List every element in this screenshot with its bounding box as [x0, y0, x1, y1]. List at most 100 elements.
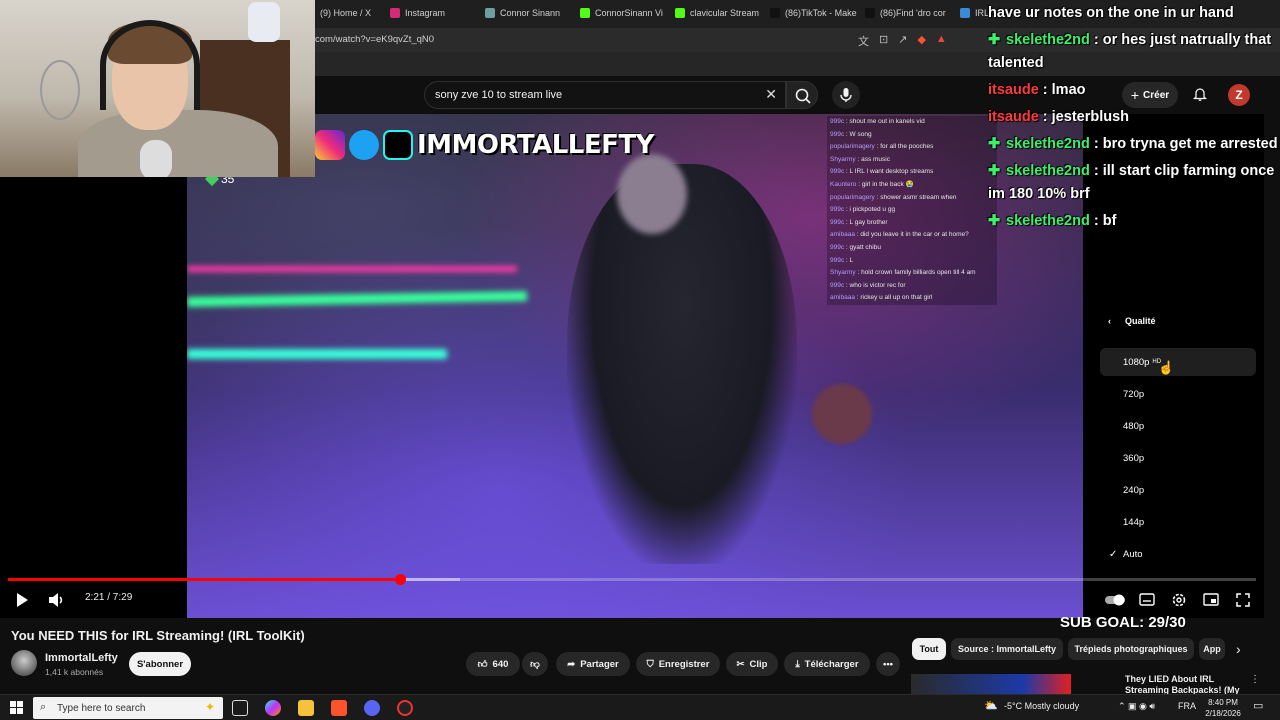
recommendation-menu-icon[interactable]: ⋮: [1250, 674, 1260, 685]
url-text[interactable]: com/watch?v=eK9qvZt_qN0: [315, 34, 434, 45]
filter-chip[interactable]: Tout: [912, 638, 946, 660]
overlay-chat-user: 999c: [830, 218, 845, 226]
fullscreen-icon[interactable]: [1235, 590, 1251, 610]
brave-rewards-icon[interactable]: ▲: [936, 33, 947, 49]
miniplayer-icon[interactable]: [1203, 590, 1219, 610]
file-explorer-icon[interactable]: [298, 700, 314, 716]
chevron-right-icon[interactable]: ›: [1236, 641, 1241, 657]
chat-username: itsaude: [988, 82, 1039, 98]
chat-badge-icon: ✚: [988, 136, 1001, 152]
browser-tab[interactable]: (86)TikTok - Make: [770, 4, 858, 22]
progress-bar[interactable]: [8, 574, 1256, 585]
overlay-chat-user: 999c: [830, 281, 845, 289]
share-button[interactable]: ➦ Partager: [556, 652, 630, 676]
play-icon[interactable]: [14, 590, 30, 610]
volume-icon[interactable]: [47, 590, 65, 610]
more-dots-icon: •••: [883, 658, 893, 670]
weather-text[interactable]: -5°C Mostly cloudy: [1004, 701, 1079, 711]
voice-search-button[interactable]: [832, 81, 860, 109]
brave-browser-icon[interactable]: [331, 700, 347, 716]
autoplay-toggle[interactable]: [1104, 590, 1126, 610]
chevron-left-icon: ‹: [1108, 316, 1111, 326]
quality-option-label: 144p: [1123, 516, 1145, 528]
overlay-chat-text: L: [849, 256, 854, 264]
browser-tab[interactable]: Instagram: [390, 4, 478, 22]
search-button[interactable]: [786, 81, 818, 109]
subtitles-icon[interactable]: [1139, 590, 1155, 610]
windows-start-icon[interactable]: [10, 701, 23, 714]
channel-avatar[interactable]: [11, 650, 37, 676]
browser-tab[interactable]: clavicular Stream: [675, 4, 763, 22]
quality-option-label: 360p: [1123, 452, 1145, 464]
overlay-chat-text: gyatt chibu: [849, 243, 881, 251]
scrubber-handle[interactable]: [394, 574, 406, 585]
dislike-button[interactable]: 👎︎: [522, 652, 548, 676]
quality-menu-title: Qualité: [1125, 316, 1156, 326]
twitter-icon: [349, 130, 379, 160]
overlay-chat-user: Kauntero: [830, 180, 857, 188]
browser-tab[interactable]: IRLTo: [960, 4, 988, 22]
obs-icon[interactable]: [397, 700, 413, 716]
quality-option-label: 1080p: [1123, 356, 1150, 368]
browser-tab[interactable]: (9) Home / X: [305, 4, 393, 22]
clock[interactable]: 8:40 PM 2/18/2026: [1200, 697, 1246, 719]
filter-chip[interactable]: App: [1199, 638, 1225, 660]
subscribe-button[interactable]: S'abonner: [129, 652, 191, 676]
notifications-icon[interactable]: ▭: [1253, 699, 1263, 712]
share-icon[interactable]: ↗: [898, 33, 907, 49]
overlay-chat-user: popularimagery: [830, 143, 875, 151]
task-view-icon[interactable]: [232, 700, 248, 716]
translate-icon[interactable]: ⽂: [858, 33, 869, 49]
overlay-chat-user: amibaaa: [830, 231, 855, 239]
like-button[interactable]: 👍︎ 640: [466, 652, 520, 676]
filter-chip[interactable]: Source : ImmortalLefty: [951, 638, 1063, 660]
clip-button[interactable]: ✂ Clip: [726, 652, 778, 676]
search-input[interactable]: sony zve 10 to stream live ✕: [424, 81, 786, 109]
chat-message: ✚ skelethe2nd : or hes just natrually tha…: [988, 29, 1280, 75]
browser-tab[interactable]: ConnorSinann Vi: [580, 4, 668, 22]
quality-option[interactable]: 240p: [1100, 476, 1256, 504]
quality-option[interactable]: 1080p HD ☝: [1100, 348, 1256, 376]
settings-gear-icon[interactable]: [1171, 590, 1187, 610]
quality-option[interactable]: 720p: [1100, 380, 1256, 408]
filter-chip[interactable]: Trépieds photographiques: [1068, 638, 1194, 660]
chat-text: lmao: [1051, 82, 1086, 98]
recommendation-thumbnail[interactable]: [911, 674, 1071, 694]
search-query[interactable]: sony zve 10 to stream live: [435, 89, 562, 101]
system-tray-icons[interactable]: ⌃ ▣ ◉ 🔊︎: [1118, 701, 1155, 712]
chat-username: itsaude: [988, 109, 1039, 125]
install-icon[interactable]: ⊡: [879, 33, 888, 49]
overlay-chat-user: 999c: [830, 130, 845, 138]
quality-option[interactable]: 360p: [1100, 444, 1256, 472]
browser-tab[interactable]: (86)Find 'dro cor: [865, 4, 953, 22]
taskbar-search-input[interactable]: ⌕ Type here to search ✦: [33, 697, 223, 719]
chat-username: skelethe2nd: [1006, 163, 1090, 179]
chat-username: skelethe2nd: [1006, 213, 1090, 229]
tab-label: Connor Sinann: [500, 8, 561, 18]
quality-option[interactable]: ✓ Auto: [1100, 540, 1256, 568]
quality-option-label: 480p: [1123, 420, 1145, 432]
language-indicator[interactable]: FRA: [1178, 701, 1196, 711]
quality-option-label: 240p: [1123, 484, 1145, 496]
quality-option[interactable]: 144p: [1100, 508, 1256, 536]
weather-icon[interactable]: ⛅: [984, 699, 998, 712]
chat-text: bro tryna get me arrested: [1102, 136, 1278, 152]
video-frame[interactable]: IMMORTALLEFTY 35 999c : shout me out in …: [187, 114, 1083, 618]
quality-menu-back[interactable]: ‹ Qualité: [1108, 316, 1156, 326]
separator: :: [1038, 82, 1052, 98]
overlay-chat-message: popularimagery : for all the pooches: [830, 141, 994, 154]
discord-icon[interactable]: [364, 700, 380, 716]
windows-taskbar: ⌕ Type here to search ✦ ⛅ -5°C Mostly cl…: [0, 694, 1280, 720]
download-button[interactable]: ⤓ Télécharger: [784, 652, 870, 676]
browser-tab[interactable]: Connor Sinann: [485, 4, 573, 22]
more-actions-button[interactable]: •••: [876, 652, 900, 676]
clock-time: 8:40 PM: [1208, 698, 1238, 707]
brave-shield-icon[interactable]: ◆: [917, 33, 925, 49]
channel-name[interactable]: ImmortalLefty: [45, 652, 118, 664]
recommendation-title[interactable]: They LIED About IRL Streaming Backpacks!…: [1125, 674, 1245, 696]
save-button[interactable]: ⛉ Enregistrer: [636, 652, 720, 676]
clear-search-icon[interactable]: ✕: [765, 86, 777, 103]
copilot-icon[interactable]: [265, 700, 281, 716]
quality-option[interactable]: 480p: [1100, 412, 1256, 440]
overlay-chat-text: rickey u all up on that girl: [860, 294, 933, 302]
